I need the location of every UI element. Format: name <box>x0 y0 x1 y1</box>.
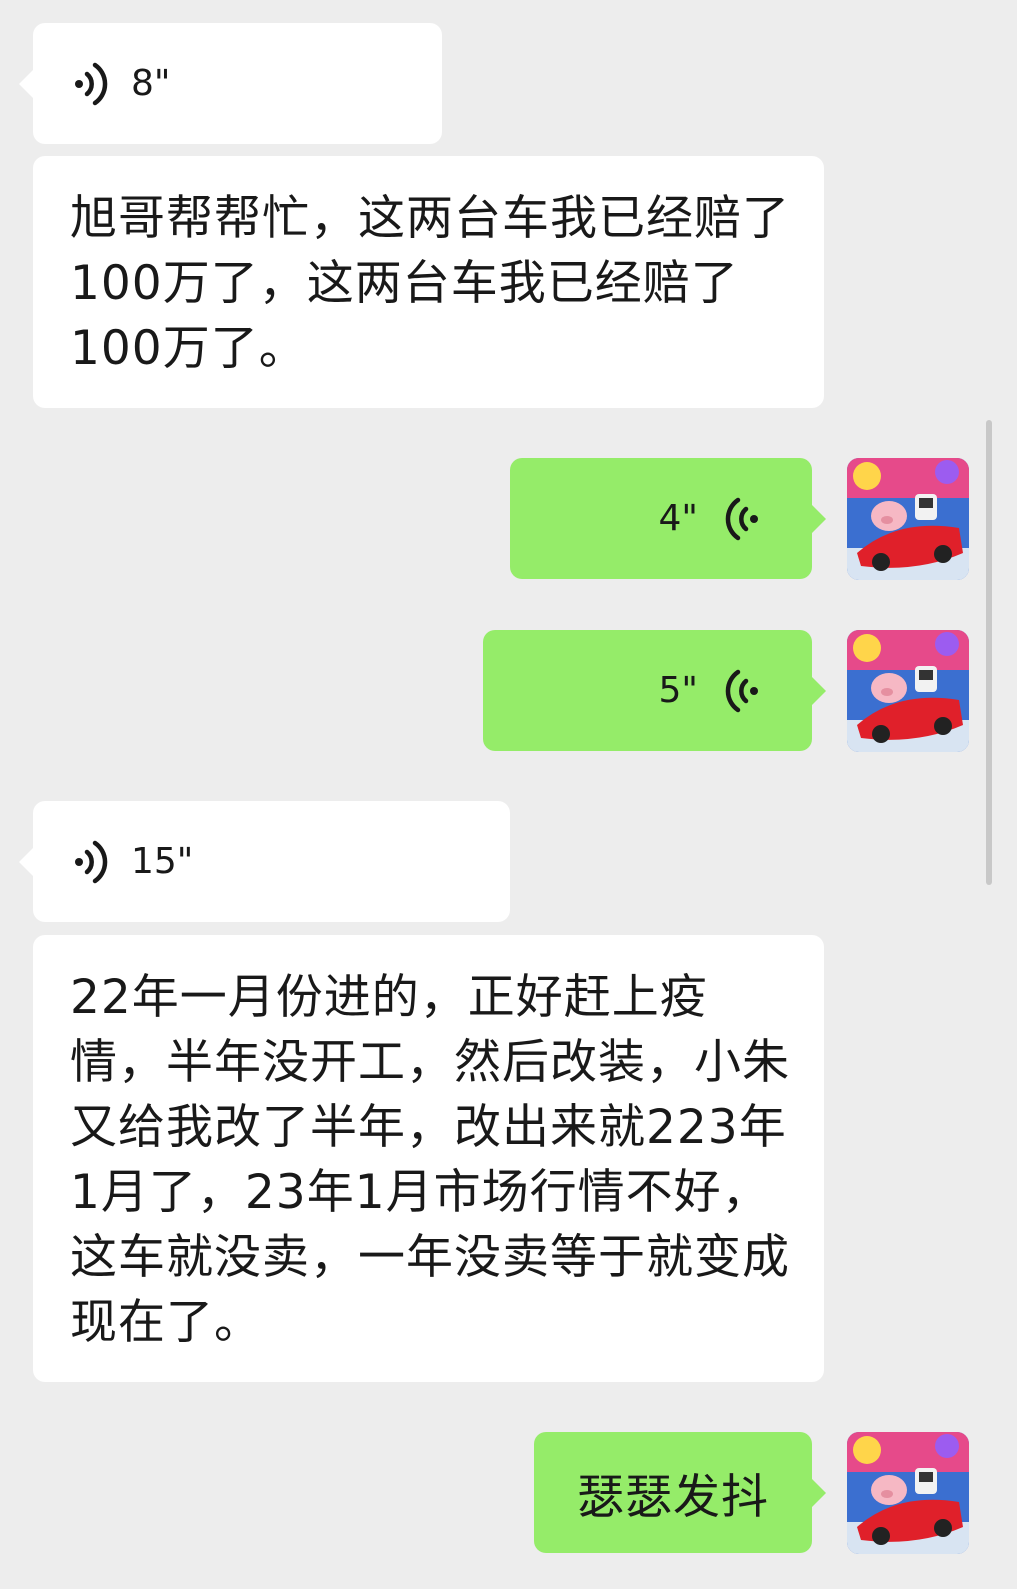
incoming-voice-message[interactable]: 8" <box>19 23 442 144</box>
avatar[interactable] <box>847 630 969 752</box>
voice-duration: 5" <box>658 670 698 711</box>
scrollbar[interactable] <box>986 420 992 885</box>
avatar-image <box>847 630 969 752</box>
avatar[interactable] <box>847 458 969 580</box>
message-text: 22年一月份进的，正好赶上疫情，半年没开工，然后改装，小朱又给我改了半年，改出来… <box>70 970 790 1350</box>
avatar-image <box>847 1432 969 1554</box>
incoming-voice-message[interactable]: 15" <box>19 801 510 922</box>
outgoing-text-message[interactable]: 瑟瑟发抖 <box>534 1432 826 1553</box>
voice-duration: 4" <box>658 498 698 539</box>
avatar[interactable] <box>847 1432 969 1554</box>
voice-wave-icon <box>75 62 108 105</box>
message-text: 瑟瑟发抖 <box>577 1470 769 1525</box>
voice-wave-icon <box>75 840 108 883</box>
voice-wave-icon <box>725 669 758 712</box>
voice-wave-icon <box>725 497 758 540</box>
outgoing-voice-message[interactable]: 4" <box>510 458 826 579</box>
incoming-text-message[interactable]: 旭哥帮帮忙，这两台车我已经赔了100万了，这两台车我已经赔了100万了。 <box>33 156 824 408</box>
avatar-image <box>847 458 969 580</box>
voice-duration: 8" <box>131 63 171 104</box>
message-text: 旭哥帮帮忙，这两台车我已经赔了100万了，这两台车我已经赔了100万了。 <box>70 191 790 376</box>
incoming-text-message[interactable]: 22年一月份进的，正好赶上疫情，半年没开工，然后改装，小朱又给我改了半年，改出来… <box>33 935 824 1382</box>
outgoing-voice-message[interactable]: 5" <box>483 630 826 751</box>
voice-duration: 15" <box>131 841 194 882</box>
